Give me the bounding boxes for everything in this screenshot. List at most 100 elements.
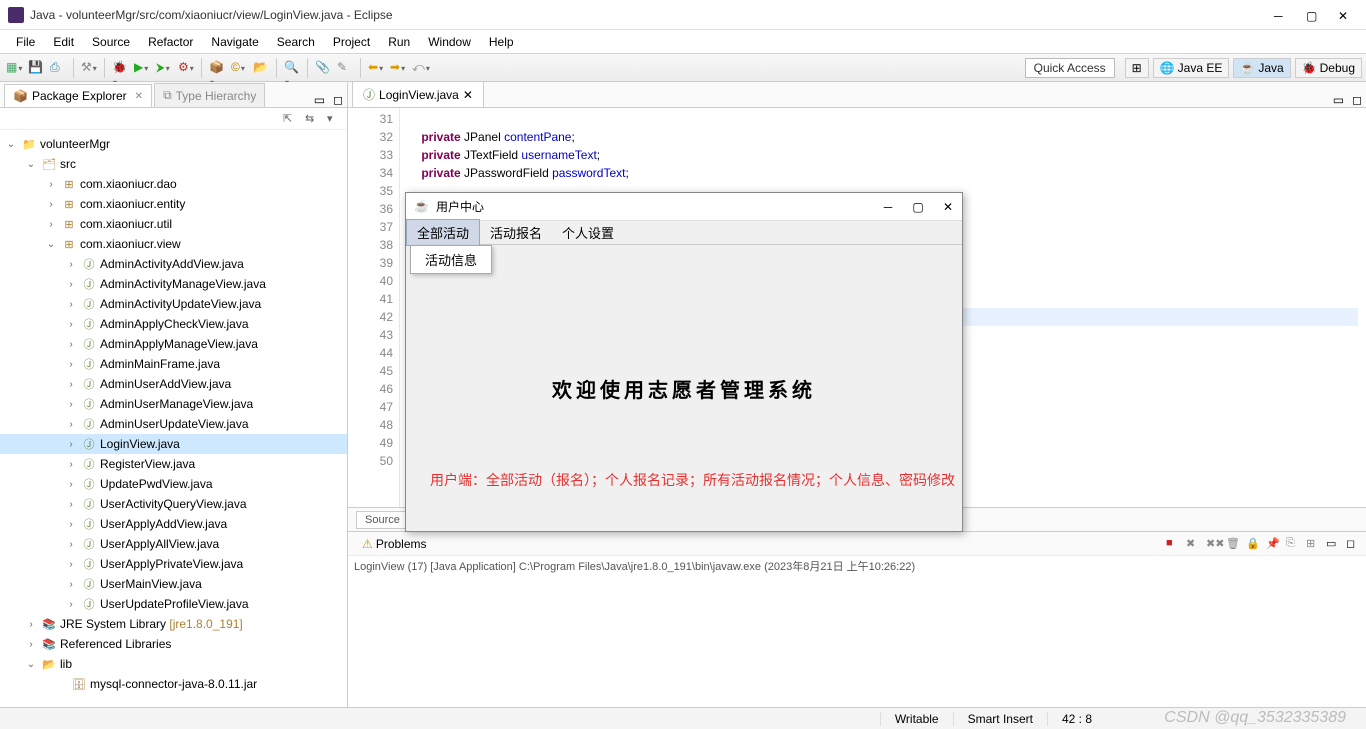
console-header: LoginView (17) [Java Application] C:\Pro… [348, 556, 1366, 576]
menu-help[interactable]: Help [481, 33, 522, 51]
menu-personal-settings[interactable]: 个人设置 [552, 220, 624, 245]
java-file-node[interactable]: ›ⒿAdminMainFrame.java [0, 354, 347, 374]
menu-source[interactable]: Source [84, 33, 138, 51]
minimize-view-button[interactable]: ▭ [314, 93, 325, 107]
build-button[interactable]: ⚒ [81, 60, 97, 76]
new-class-button[interactable]: © [231, 60, 247, 76]
console-body[interactable] [348, 576, 1366, 707]
save-all-button[interactable]: ⎙ [50, 60, 66, 76]
submenu-activity-info[interactable]: 活动信息 [411, 246, 491, 273]
package-tree[interactable]: ⌄📁volunteerMgr ⌄🗂src ›⊞com.xiaoniucr.dao… [0, 130, 347, 707]
java-file-node[interactable]: ›ⒿAdminActivityUpdateView.java [0, 294, 347, 314]
src-folder-node[interactable]: ⌄🗂src [0, 154, 347, 174]
java-file-node[interactable]: ›ⒿAdminUserUpdateView.java [0, 414, 347, 434]
minimize-editor-button[interactable]: ▭ [1333, 93, 1344, 107]
remove-all-button[interactable]: ✖✖ [1206, 537, 1220, 551]
perspective-javaee[interactable]: 🌐Java EE [1153, 58, 1230, 78]
java-file-node[interactable]: ›ⒿAdminActivityManageView.java [0, 274, 347, 294]
collapse-all-button[interactable]: ⇱ [283, 112, 297, 126]
menu-refactor[interactable]: Refactor [140, 33, 201, 51]
project-node[interactable]: ⌄📁volunteerMgr [0, 134, 347, 154]
tab-problems[interactable]: ⚠ Problems [354, 535, 435, 553]
dialog-close-button[interactable]: ✕ [942, 200, 954, 214]
java-file-node[interactable]: ›ⒿAdminApplyManageView.java [0, 334, 347, 354]
maximize-view-button[interactable]: ◻ [333, 93, 343, 107]
maximize-editor-button[interactable]: ◻ [1352, 93, 1362, 107]
close-button[interactable]: ✕ [1338, 9, 1350, 21]
menu-search[interactable]: Search [269, 33, 323, 51]
menu-file[interactable]: File [8, 33, 43, 51]
maximize-button[interactable]: ▢ [1306, 9, 1318, 21]
forward-button[interactable]: ➡ [390, 60, 406, 76]
terminate-button[interactable]: ■ [1166, 537, 1180, 551]
tab-package-explorer[interactable]: 📦Package Explorer✕ [4, 84, 152, 107]
min-bottom-button[interactable]: ▭ [1326, 537, 1340, 551]
menu-all-activities[interactable]: 全部活动 [406, 219, 480, 246]
dialog-titlebar[interactable]: ☕ 用户中心 ─ ▢ ✕ [406, 193, 962, 221]
java-file-node[interactable]: ›ⒿUserMainView.java [0, 574, 347, 594]
open-perspective-button[interactable]: ⊞ [1125, 58, 1149, 78]
ext-tools-button[interactable]: ⚙ [178, 60, 194, 76]
view-menu-button[interactable]: ▾ [327, 112, 341, 126]
java-file-node[interactable]: ›ⒿUserApplyAddView.java [0, 514, 347, 534]
java-file-node[interactable]: ›ⒿAdminUserAddView.java [0, 374, 347, 394]
clear-console-button[interactable]: 🗑 [1226, 537, 1240, 551]
status-insert: Smart Insert [953, 712, 1047, 726]
display-button[interactable]: ⎘ [1286, 537, 1300, 551]
java-file-node[interactable]: ›ⒿUserApplyPrivateView.java [0, 554, 347, 574]
menu-run[interactable]: Run [380, 33, 418, 51]
max-bottom-button[interactable]: ◻ [1346, 537, 1360, 551]
perspective-java[interactable]: ☕Java [1233, 58, 1290, 78]
java-file-node[interactable]: ›ⒿUserApplyAllView.java [0, 534, 347, 554]
save-button[interactable]: 💾 [28, 60, 44, 76]
menu-project[interactable]: Project [325, 33, 378, 51]
new-pkg-button[interactable]: 📦 [209, 60, 225, 76]
jre-library-node[interactable]: ›📚JRE System Library [jre1.8.0_191] [0, 614, 347, 634]
open-console-button[interactable]: ⊞ [1306, 537, 1320, 551]
package-node[interactable]: ⌄⊞com.xiaoniucr.view [0, 234, 347, 254]
perspective-debug[interactable]: 🐞Debug [1295, 58, 1362, 78]
package-node[interactable]: ›⊞com.xiaoniucr.entity [0, 194, 347, 214]
link-editor-button[interactable]: ⇆ [305, 112, 319, 126]
tab-type-hierarchy[interactable]: ⧉Type Hierarchy [154, 83, 265, 107]
debug-button[interactable]: 🐞 [112, 60, 128, 76]
close-icon[interactable]: ✕ [463, 88, 473, 102]
java-file-node[interactable]: ›ⒿRegisterView.java [0, 454, 347, 474]
menu-navigate[interactable]: Navigate [203, 33, 266, 51]
run-button[interactable]: ▶ [134, 60, 150, 76]
lib-folder-node[interactable]: ⌄📂lib [0, 654, 347, 674]
package-explorer-panel: 📦Package Explorer✕ ⧉Type Hierarchy ▭ ◻ ⇱… [0, 82, 348, 707]
source-tab[interactable]: Source [356, 511, 409, 529]
task-button[interactable]: ✎ [337, 60, 353, 76]
menu-activity-signup[interactable]: 活动报名 [480, 220, 552, 245]
java-file-node[interactable]: ›ⒿUserUpdateProfileView.java [0, 594, 347, 614]
java-file-node[interactable]: ›ⒿAdminActivityAddView.java [0, 254, 347, 274]
back-button[interactable]: ⬅ [368, 60, 384, 76]
toggle-mark-button[interactable]: 📎 [315, 60, 331, 76]
package-node[interactable]: ›⊞com.xiaoniucr.dao [0, 174, 347, 194]
java-file-node[interactable]: ›ⒿLoginView.java [0, 434, 347, 454]
close-icon[interactable]: ✕ [135, 91, 143, 102]
java-file-node[interactable]: ›ⒿUpdatePwdView.java [0, 474, 347, 494]
menu-edit[interactable]: Edit [45, 33, 82, 51]
pin-console-button[interactable]: 📌 [1266, 537, 1280, 551]
new-button[interactable]: ▦ [6, 60, 22, 76]
editor-tab-loginview[interactable]: ⒿLoginView.java✕ [352, 82, 484, 107]
minimize-button[interactable]: ─ [1274, 9, 1286, 21]
referenced-libraries-node[interactable]: ›📚Referenced Libraries [0, 634, 347, 654]
dialog-maximize-button[interactable]: ▢ [912, 200, 924, 214]
remove-launch-button[interactable]: ✖ [1186, 537, 1200, 551]
menu-window[interactable]: Window [420, 33, 479, 51]
jar-file-node[interactable]: 🗄mysql-connector-java-8.0.11.jar [0, 674, 347, 694]
java-file-node[interactable]: ›ⒿUserActivityQueryView.java [0, 494, 347, 514]
scroll-lock-button[interactable]: 🔒 [1246, 537, 1260, 551]
last-edit-button[interactable]: ⤺ [412, 60, 428, 76]
search-button[interactable]: 🔍 [284, 60, 300, 76]
run-last-button[interactable]: ⮞ [156, 60, 172, 76]
quick-access-field[interactable]: Quick Access [1025, 58, 1115, 78]
java-file-node[interactable]: ›ⒿAdminUserManageView.java [0, 394, 347, 414]
open-type-button[interactable]: 📂 [253, 60, 269, 76]
dialog-minimize-button[interactable]: ─ [882, 200, 894, 214]
java-file-node[interactable]: ›ⒿAdminApplyCheckView.java [0, 314, 347, 334]
package-node[interactable]: ›⊞com.xiaoniucr.util [0, 214, 347, 234]
